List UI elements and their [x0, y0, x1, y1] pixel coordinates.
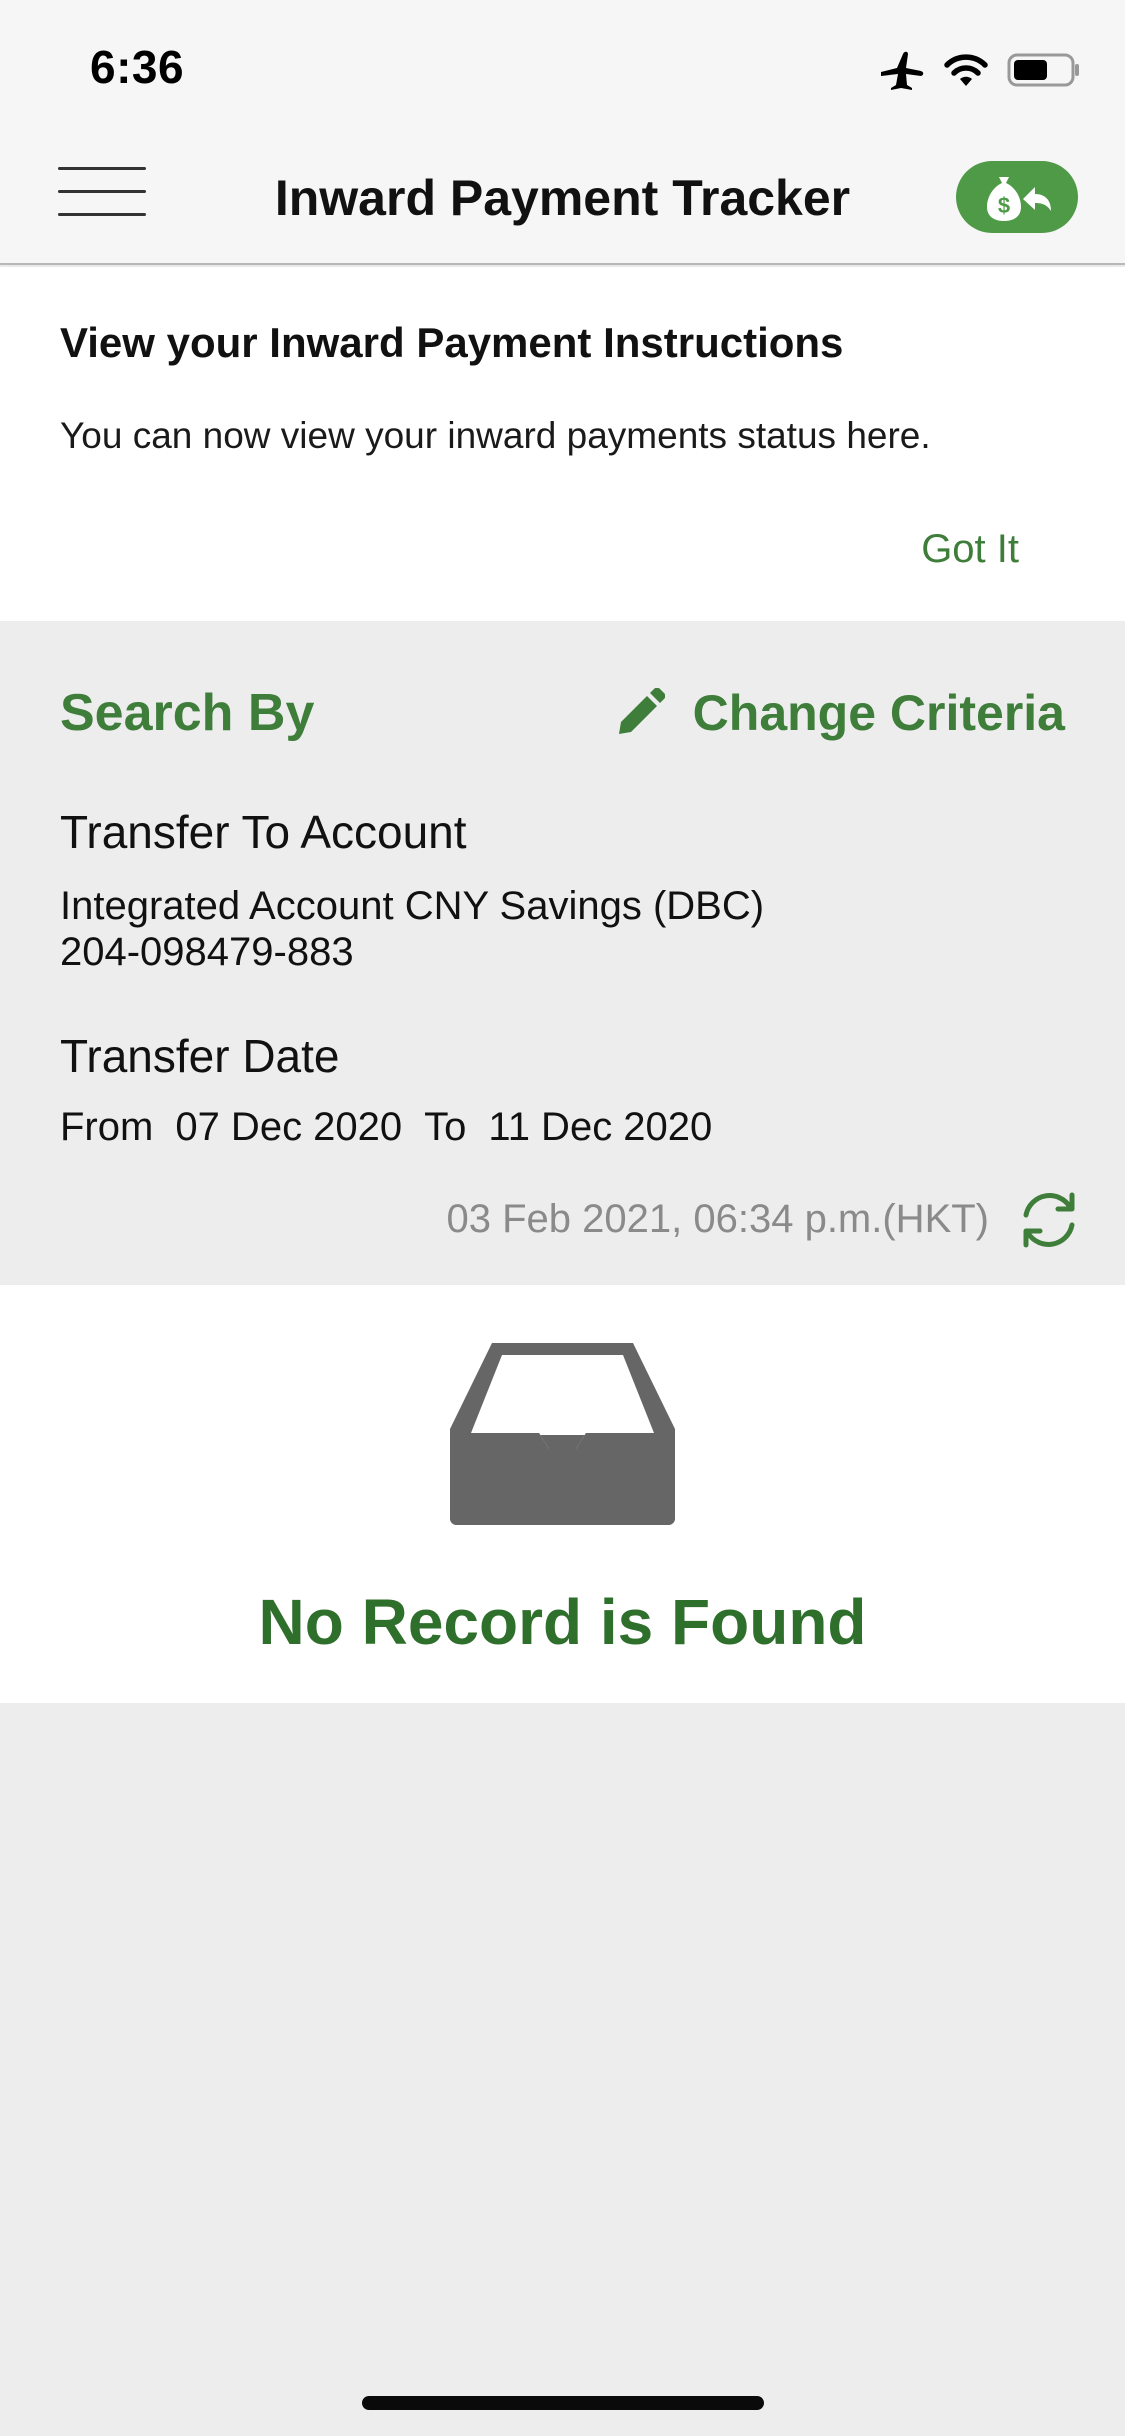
no-record-message: No Record is Found [258, 1586, 867, 1658]
banner-title: View your Inward Payment Instructions [60, 319, 844, 366]
status-time: 6:36 [90, 41, 185, 93]
banner-body: You can now view your inward payments st… [60, 415, 931, 456]
change-criteria-label: Change Criteria [692, 685, 1065, 741]
from-label: From [60, 1105, 154, 1149]
change-criteria-button[interactable]: Change Criteria [615, 683, 1065, 743]
pencil-icon [618, 688, 665, 734]
transfer-date-label: Transfer Date [60, 1030, 340, 1082]
wifi-icon [944, 54, 988, 86]
airplane-icon [881, 51, 924, 90]
search-by-heading: Search By [60, 684, 315, 742]
transfer-date-range: From 07 Dec 2020 To 11 Dec 2020 [60, 1105, 734, 1150]
to-date: 11 Dec 2020 [488, 1105, 713, 1149]
account-name: Integrated Account CNY Savings (DBC) [60, 884, 765, 928]
transfer-to-account-label: Transfer To Account [60, 806, 467, 858]
payment-action-button[interactable]: $ [956, 161, 1078, 233]
empty-state: No Record is Found [0, 1285, 1125, 1703]
inward-payment-tracker-screen: 6:36 Inward Payment Tracker $ View your … [0, 0, 1125, 2436]
money-bag-return-icon: $ [987, 177, 1051, 221]
status-icons [879, 48, 1081, 92]
to-label: To [424, 1105, 467, 1149]
nav-bar: Inward Payment Tracker $ [0, 135, 1125, 265]
refresh-button[interactable] [1016, 1187, 1082, 1253]
empty-inbox-icon [450, 1343, 675, 1525]
battery-icon [1007, 53, 1079, 87]
from-date: 07 Dec 2020 [175, 1105, 403, 1149]
status-bar: 6:36 [0, 0, 1125, 135]
home-indicator[interactable] [362, 2396, 764, 2410]
account-number: 204-098479-883 [60, 930, 354, 974]
svg-text:$: $ [998, 193, 1010, 218]
got-it-button[interactable]: Got It [921, 527, 1019, 572]
refresh-icon [1023, 1192, 1075, 1248]
last-updated-timestamp: 03 Feb 2021, 06:34 p.m.(HKT) [446, 1197, 990, 1241]
info-banner: View your Inward Payment Instructions Yo… [0, 267, 1125, 621]
search-criteria-section: Search By Change Criteria Transfer To Ac… [0, 621, 1125, 1285]
